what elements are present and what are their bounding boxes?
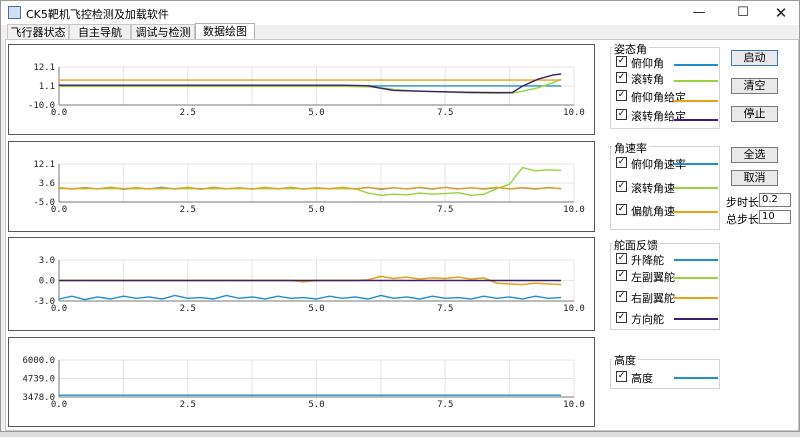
roll-legend-swatch	[674, 80, 718, 82]
x-tick-label: 0.0	[51, 304, 67, 314]
elevator-legend-swatch	[674, 259, 718, 261]
left-aileron-legend-swatch	[674, 277, 718, 279]
x-tick-label: 2.5	[180, 205, 196, 215]
check-icon[interactable]: ✓	[616, 204, 627, 215]
x-tick-label: 2.5	[180, 400, 196, 410]
x-tick-label: 10.0	[563, 400, 585, 410]
x-tick-label: 7.5	[437, 108, 453, 118]
check-icon[interactable]: ✓	[616, 312, 627, 323]
x-tick-label: 10.0	[563, 108, 585, 118]
altitude-legend-swatch	[674, 377, 718, 379]
app-icon	[8, 6, 21, 19]
x-tick-label: 7.5	[437, 400, 453, 410]
start-button[interactable]: 启动	[731, 50, 778, 66]
minimize-icon[interactable]: —	[679, 1, 719, 25]
x-tick-label: 10.0	[563, 304, 585, 314]
y-tick-label: 6000.0	[22, 356, 55, 366]
check-icon[interactable]: ✓	[616, 270, 627, 281]
x-tick-label: 2.5	[180, 108, 196, 118]
clear-button[interactable]: 清空	[731, 78, 778, 94]
altitude-group-title: 高度	[612, 352, 638, 368]
y-tick-label: 12.1	[33, 63, 55, 73]
y-tick-label: 3.0	[39, 256, 55, 266]
stop-button[interactable]: 停止	[731, 106, 778, 122]
check-icon[interactable]: ✓	[616, 72, 627, 83]
right-aileron-legend-swatch	[674, 297, 718, 299]
y-tick-label: 0.0	[39, 277, 55, 287]
cancel-button[interactable]: 取消	[731, 170, 778, 186]
select-all-button[interactable]: 全选	[731, 147, 778, 163]
maximize-icon[interactable]: ☐	[723, 1, 763, 25]
check-icon[interactable]: ✓	[616, 90, 627, 101]
pitch-rate-legend-swatch	[674, 163, 718, 165]
tab-data-plot[interactable]: 数据绘图	[195, 23, 255, 40]
total-steps-label: 总步长	[726, 213, 759, 226]
y-tick-label: 1.1	[39, 82, 55, 92]
x-tick-label: 0.0	[51, 108, 67, 118]
rudder-feedback-chart: 3.0 0.0 -3.0 0.0 2.5 5.0 7.5 10.0	[8, 237, 595, 331]
roll-rate-legend-swatch	[674, 187, 718, 189]
check-icon[interactable]: ✓	[616, 291, 627, 302]
series-line	[59, 73, 562, 94]
x-tick-label: 0.0	[51, 400, 67, 410]
y-tick-label: 12.1	[33, 160, 55, 170]
check-icon[interactable]: ✓	[616, 371, 627, 382]
tab-aircraft-status[interactable]: 飞行器状态	[7, 24, 69, 39]
x-tick-label: 0.0	[51, 205, 67, 215]
x-tick-label: 5.0	[308, 400, 324, 410]
window-title: CK5靶机飞控检测及加载软件	[26, 8, 169, 21]
y-tick-label: 4739.0	[22, 375, 55, 385]
roll-setpoint-legend-swatch	[674, 119, 718, 121]
check-icon[interactable]: ✓	[616, 56, 627, 67]
x-tick-label: 2.5	[180, 304, 196, 314]
check-icon[interactable]: ✓	[616, 181, 627, 192]
angular-rate-chart: 12.1 3.6 -5.0 0.0 2.5 5.0 7.5 10.0	[8, 141, 595, 232]
series-line	[58, 294, 562, 301]
title-bar[interactable]: CK5靶机飞控检测及加载软件 — ☐ ✕	[1, 1, 799, 25]
x-tick-label: 5.0	[308, 108, 324, 118]
x-tick-label: 5.0	[308, 205, 324, 215]
rudder-legend-swatch	[674, 318, 718, 320]
tab-autonomous-nav[interactable]: 自主导航	[69, 24, 131, 39]
x-tick-label: 7.5	[437, 205, 453, 215]
yaw-rate-legend-swatch	[674, 211, 718, 213]
rudder-feedback-group-title: 舵面反馈	[612, 237, 660, 253]
step-time-label: 步时长	[726, 196, 759, 209]
x-tick-label: 10.0	[563, 205, 585, 215]
check-icon[interactable]: ✓	[616, 253, 627, 264]
step-time-input[interactable]: 0.2	[759, 193, 791, 207]
y-tick-label: 3.6	[39, 179, 55, 189]
pitch-setpoint-legend-swatch	[674, 100, 718, 102]
x-tick-label: 5.0	[308, 304, 324, 314]
total-steps-input[interactable]: 10	[759, 210, 791, 224]
check-icon[interactable]: ✓	[616, 157, 627, 168]
close-icon[interactable]: ✕	[761, 1, 800, 25]
series-line	[59, 166, 562, 197]
x-tick-label: 7.5	[437, 304, 453, 314]
attitude-chart: 12.1 1.1 -10.0 0.0 2.5 5.0 7.5 10.0	[8, 44, 595, 135]
altitude-chart: 6000.0 4739.0 3478.0 0.0 2.5 5.0 7.5 10.0	[8, 337, 595, 427]
pitch-legend-swatch	[674, 64, 718, 66]
check-icon[interactable]: ✓	[616, 109, 627, 120]
tab-debug-test[interactable]: 调试与检测	[131, 24, 195, 39]
angular-rate-group-title: 角速率	[612, 140, 649, 156]
